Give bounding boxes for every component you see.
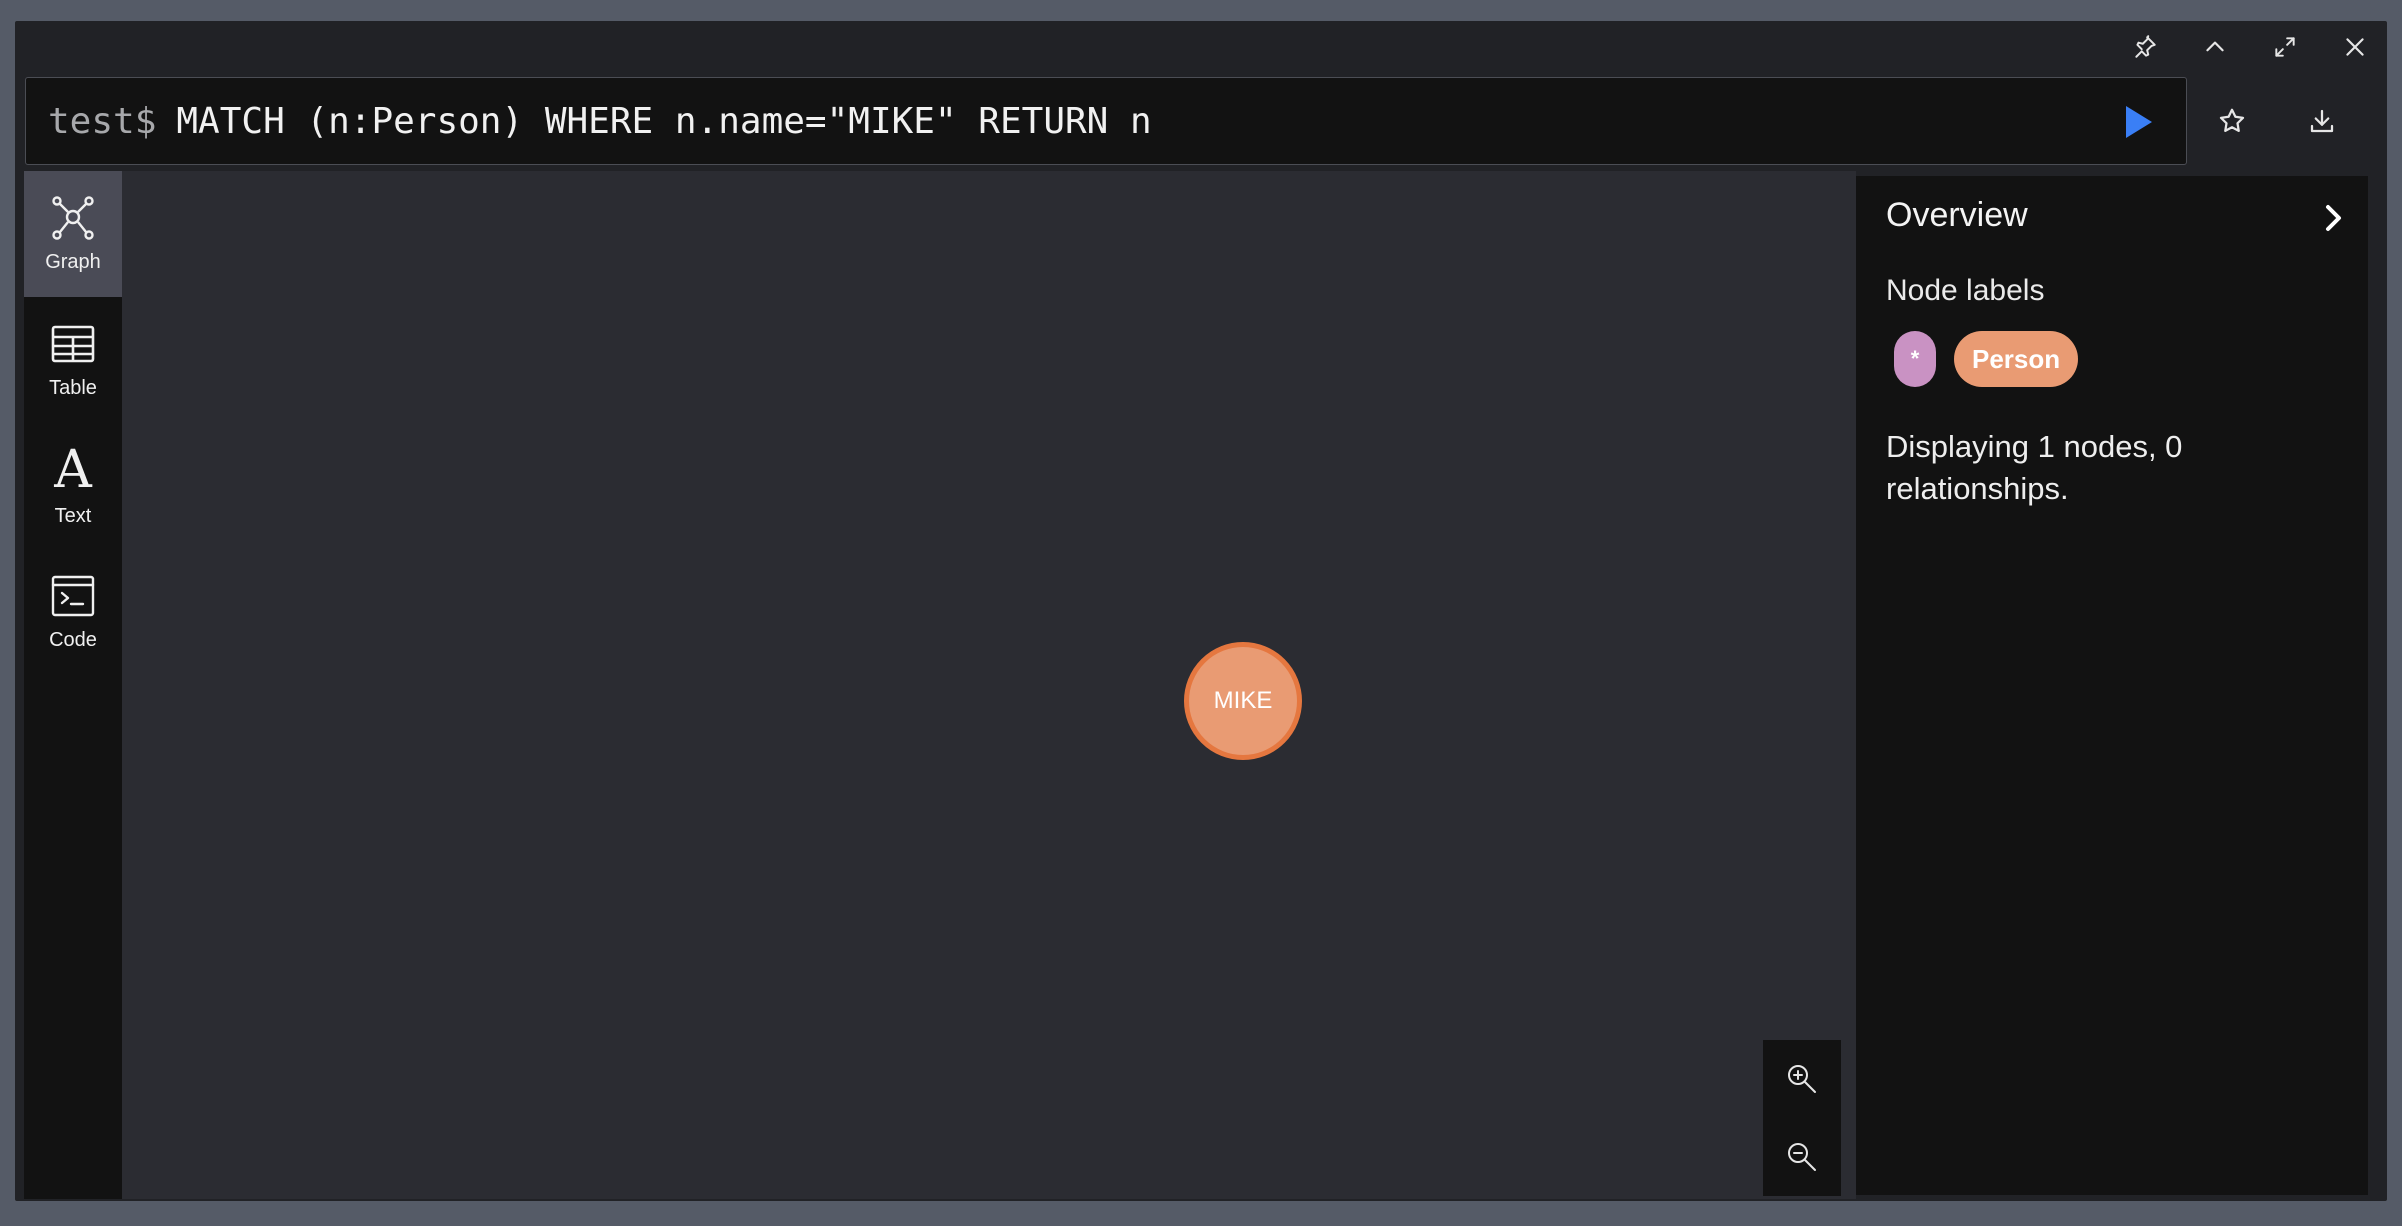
close-icon[interactable] (2320, 21, 2390, 73)
query-editor[interactable]: test$ MATCH (n:Person) WHERE n.name="MIK… (25, 77, 2187, 165)
overview-title: Overview (1886, 196, 2028, 234)
nav-text-label: Text (54, 504, 92, 527)
graph-canvas[interactable]: MIKE (122, 171, 1856, 1199)
run-icon[interactable] (2118, 100, 2158, 144)
nav-table-label: Table (49, 376, 97, 399)
nav-text[interactable]: A Text (24, 423, 122, 549)
query-text[interactable]: MATCH (n:Person) WHERE n.name="MIKE" RET… (176, 101, 1151, 142)
node-labels-heading: Node labels (1886, 274, 2045, 307)
graph-node[interactable]: MIKE (1184, 642, 1302, 760)
zoom-out-icon[interactable] (1772, 1127, 1832, 1187)
nav-table[interactable]: Table (24, 297, 122, 423)
view-switcher: Graph Table A Text Code (24, 171, 122, 1199)
collapse-up-icon[interactable] (2180, 21, 2250, 73)
label-chips: * Person (1894, 331, 2079, 387)
label-chip-person[interactable]: Person (1954, 331, 2079, 387)
overview-panel: Overview Node labels * Person Displaying… (1856, 176, 2368, 1195)
nav-code[interactable]: Code (24, 549, 122, 675)
nav-graph-label: Graph (45, 250, 101, 273)
frame-toolbar (2110, 21, 2390, 73)
overview-status: Displaying 1 nodes, 0 relationships. (1886, 429, 2183, 506)
nav-graph[interactable]: Graph (24, 171, 122, 297)
chevron-right-icon[interactable] (2318, 202, 2348, 234)
label-chip-all[interactable]: * (1894, 331, 1936, 387)
fullscreen-icon[interactable] (2250, 21, 2320, 73)
star-icon[interactable] (2192, 77, 2272, 165)
pin-icon[interactable] (2110, 21, 2180, 73)
text-icon: A (54, 439, 92, 500)
download-icon[interactable] (2282, 77, 2362, 165)
db-prompt: test$ (48, 100, 157, 142)
zoom-in-icon[interactable] (1772, 1049, 1832, 1109)
code-icon (51, 575, 95, 616)
nav-code-label: Code (49, 628, 97, 651)
node-label: MIKE (1213, 687, 1273, 714)
zoom-controls (1763, 1040, 1841, 1196)
table-icon (51, 325, 95, 362)
graph-icon (52, 195, 94, 240)
